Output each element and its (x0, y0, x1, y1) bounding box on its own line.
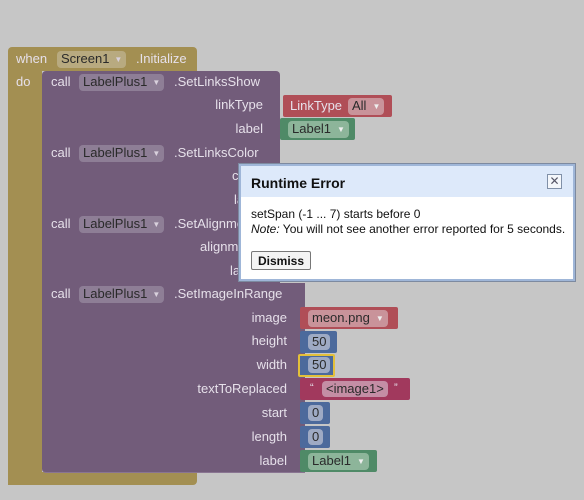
image-asset-block[interactable]: meon.png ▼ (300, 307, 398, 329)
event-name: .Initialize (136, 51, 187, 66)
label-dropdown[interactable]: Label1 ▼ (308, 453, 369, 470)
label-component-block[interactable]: Label1 ▼ (300, 450, 377, 472)
length-number-field[interactable]: 0 (308, 429, 324, 445)
component-dropdown[interactable]: LabelPlus1 ▼ (79, 286, 165, 303)
dropdown-arrow-icon: ▼ (152, 148, 161, 158)
close-quote: ” (394, 382, 398, 394)
dialog-title: Runtime Error (251, 175, 346, 191)
length-number-block[interactable]: 0 (300, 426, 330, 448)
method-name: .SetLinksShow (174, 74, 260, 89)
do-label: do (16, 74, 31, 89)
param-label: start (261, 405, 287, 420)
param-label: label (235, 121, 263, 136)
dropdown-arrow-icon: ▼ (375, 313, 384, 323)
note-label: Note: (251, 222, 280, 236)
image-value: meon.png (312, 310, 370, 325)
dropdown-arrow-icon: ▼ (152, 77, 161, 87)
component-value: LabelPlus1 (83, 216, 148, 231)
component-value: LabelPlus1 (83, 286, 148, 301)
param-label: width (256, 357, 287, 372)
event-block-bottom (8, 472, 197, 485)
param-label: image (251, 310, 287, 325)
component-dropdown[interactable]: LabelPlus1 ▼ (79, 74, 165, 91)
call-label: call (51, 286, 71, 301)
when-label: when (16, 51, 48, 66)
linktype-helper-block[interactable]: LinkType All ▼ (283, 95, 392, 117)
height-value: 50 (312, 334, 327, 349)
screen-dropdown[interactable]: Screen1 ▼ (57, 51, 127, 68)
open-quote: “ (310, 382, 314, 394)
component-dropdown[interactable]: LabelPlus1 ▼ (79, 216, 165, 233)
dropdown-arrow-icon: ▼ (337, 124, 345, 134)
method-name: .SetLinksColor (174, 145, 259, 160)
dropdown-arrow-icon: ▼ (152, 219, 161, 229)
param-label: linkType (215, 97, 263, 112)
text-string-block[interactable]: “ <image1> ” (300, 378, 410, 400)
width-number-block-selected[interactable]: 50 (298, 354, 335, 377)
dropdown-arrow-icon: ▼ (152, 289, 161, 299)
helper-prefix: LinkType (290, 98, 343, 113)
text-field[interactable]: <image1> (322, 381, 388, 397)
dialog-header: Runtime Error ✕ (241, 166, 573, 197)
label-dropdown[interactable]: Label1 ▼ (288, 121, 349, 138)
event-block-do-column (8, 71, 42, 485)
dropdown-arrow-icon: ▼ (372, 101, 381, 111)
height-number-field[interactable]: 50 (308, 334, 331, 350)
label-value: Label1 (312, 453, 352, 468)
close-icon[interactable]: ✕ (547, 174, 562, 189)
start-value: 0 (312, 405, 320, 420)
method-name: .SetImageInRange (174, 286, 283, 301)
label-component-block[interactable]: Label1 ▼ (280, 118, 355, 140)
text-value: <image1> (326, 381, 384, 396)
screen-dropdown-value: Screen1 (61, 51, 110, 66)
param-label: textToReplaced (197, 381, 287, 396)
call-label: call (51, 74, 71, 89)
component-value: LabelPlus1 (83, 74, 148, 89)
call-label: call (51, 216, 71, 231)
runtime-error-dialog: Runtime Error ✕ setSpan (-1 ... 7) start… (239, 164, 575, 281)
note-text: You will not see another error reported … (279, 222, 566, 236)
dismiss-button[interactable]: Dismiss (251, 251, 312, 270)
linktype-dropdown[interactable]: All ▼ (348, 98, 385, 115)
dialog-message: setSpan (-1 ... 7) starts before 0 (251, 207, 421, 221)
param-label: label (259, 453, 287, 468)
length-value: 0 (312, 429, 320, 444)
param-label: length (251, 429, 287, 444)
label-value: Label1 (292, 121, 332, 136)
width-value: 50 (312, 357, 327, 372)
dropdown-arrow-icon: ▼ (357, 456, 365, 466)
call-label: call (51, 145, 71, 160)
component-value: LabelPlus1 (83, 145, 148, 160)
param-label: height (251, 333, 287, 348)
start-number-block[interactable]: 0 (300, 402, 330, 424)
component-dropdown[interactable]: LabelPlus1 ▼ (79, 145, 165, 162)
start-number-field[interactable]: 0 (308, 405, 324, 421)
width-number-field[interactable]: 50 (308, 357, 331, 373)
linktype-value: All (352, 98, 367, 113)
dialog-note: Note: You will not see another error rep… (251, 222, 565, 236)
image-dropdown[interactable]: meon.png ▼ (308, 310, 388, 327)
height-number-block[interactable]: 50 (300, 331, 337, 353)
dropdown-arrow-icon: ▼ (114, 54, 123, 64)
